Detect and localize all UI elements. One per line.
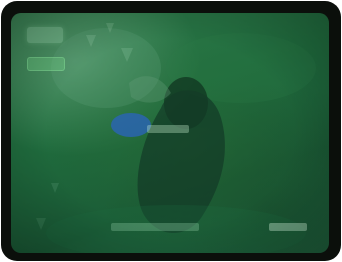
hud-status-indicator bbox=[27, 57, 65, 71]
hud-bottom-center bbox=[111, 223, 199, 231]
game-scene bbox=[36, 23, 316, 253]
hud-top-left bbox=[27, 27, 63, 43]
hud-bottom-right bbox=[269, 223, 307, 231]
blue-light-object bbox=[111, 113, 151, 137]
target-label bbox=[147, 125, 189, 133]
screen-frame bbox=[1, 1, 341, 261]
game-screen bbox=[11, 13, 329, 253]
